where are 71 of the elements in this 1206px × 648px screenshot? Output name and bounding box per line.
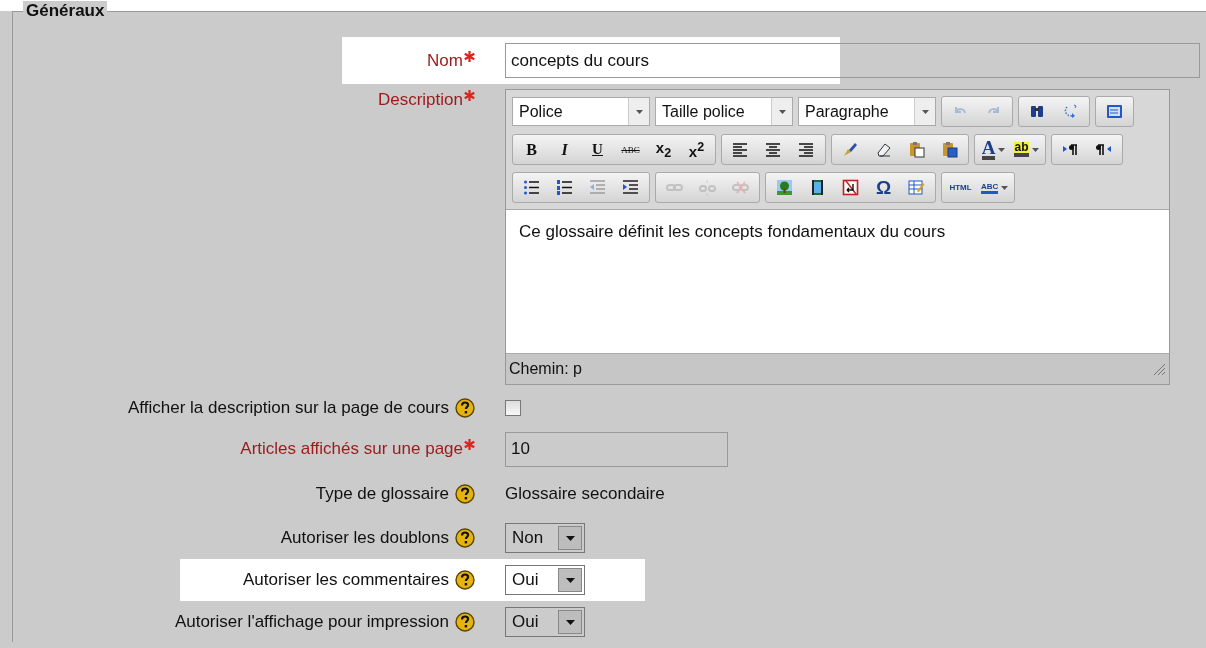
caret-icon xyxy=(1001,185,1009,190)
rtl-icon xyxy=(1095,141,1112,158)
symbol-button[interactable]: Ω xyxy=(867,173,900,202)
select-field[interactable]: Non xyxy=(505,523,585,553)
align-center-icon xyxy=(765,141,782,158)
caret-icon xyxy=(921,109,929,114)
required-icon xyxy=(464,50,475,62)
underline-button[interactable]: U xyxy=(581,135,614,164)
element-path: Chemin: p xyxy=(509,359,582,378)
film-icon xyxy=(809,179,826,196)
arrow-box-icon xyxy=(842,179,859,196)
toolbar-select[interactable]: Paragraphe xyxy=(798,97,936,126)
help-icon[interactable] xyxy=(455,570,475,590)
field-label: Autoriser l'affichage pour impression xyxy=(174,612,449,632)
help-icon[interactable] xyxy=(455,484,475,504)
caret-icon xyxy=(635,109,643,114)
field-label: Autoriser les commentaires xyxy=(243,570,449,590)
field-label: Autoriser les doublons xyxy=(280,528,449,548)
strikethrough-button[interactable]: ABC xyxy=(614,135,647,164)
editor-text: Ce glossaire définit les concepts fondamentaux du cours xyxy=(519,221,946,241)
binoculars-icon xyxy=(1029,103,1046,120)
toolbar-select[interactable]: Police xyxy=(512,97,650,126)
bullet-list-icon xyxy=(523,179,540,196)
text-color-button[interactable]: A xyxy=(977,135,1010,164)
indent-icon xyxy=(622,179,639,196)
select-field[interactable]: Oui xyxy=(505,565,585,595)
italic-button[interactable]: I xyxy=(548,135,581,164)
required-icon xyxy=(464,439,475,450)
checkbox[interactable] xyxy=(505,400,521,416)
field-value: Glossaire secondaire xyxy=(505,484,665,504)
caret-icon xyxy=(998,147,1006,152)
dropdown-arrow-icon xyxy=(565,577,575,583)
align-left-icon xyxy=(732,141,749,158)
broken-link-icon xyxy=(699,179,716,196)
resize-grip-icon[interactable] xyxy=(1152,361,1166,376)
help-icon[interactable] xyxy=(455,528,475,548)
table-edit-icon xyxy=(908,179,925,196)
highlight-button[interactable]: ab xyxy=(1010,135,1043,164)
replace-icon xyxy=(1062,103,1079,120)
field-label: Description xyxy=(377,90,463,110)
tree-icon xyxy=(776,179,793,196)
ltr-icon xyxy=(1062,141,1079,158)
clipboard-icon xyxy=(908,141,925,158)
align-right-icon xyxy=(798,141,815,158)
crossed-link-icon xyxy=(732,179,749,196)
brush-icon xyxy=(842,141,859,158)
select-field[interactable]: Oui xyxy=(505,607,585,637)
caret-icon xyxy=(1031,147,1039,152)
bold-button[interactable]: B xyxy=(515,135,548,164)
eraser-icon xyxy=(875,141,892,158)
html-button[interactable]: HTML xyxy=(944,173,977,202)
text-field[interactable]: concepts du cours xyxy=(505,43,1200,78)
toolbar-select[interactable]: Taille police xyxy=(655,97,793,126)
superscript-button[interactable]: x$^{2}$ xyxy=(680,135,713,164)
spellcheck-button[interactable]: ABC xyxy=(977,173,1013,202)
caret-icon xyxy=(778,109,786,114)
field-label: Type de glossaire xyxy=(315,484,449,504)
field-label: Afficher la description sur la page de cours xyxy=(128,398,449,418)
dropdown-arrow-icon xyxy=(565,619,575,625)
outdent-icon xyxy=(589,179,606,196)
required-icon xyxy=(464,90,475,101)
help-icon[interactable] xyxy=(455,398,475,418)
clipboard-icon xyxy=(941,141,958,158)
window-icon xyxy=(1106,103,1123,120)
numbered-list-icon xyxy=(556,179,573,196)
field-label: Nom xyxy=(427,50,463,71)
subscript-button[interactable]: x$_{2}$ xyxy=(647,135,680,164)
dropdown-arrow-icon xyxy=(565,535,575,541)
field-label: Articles affichés sur une page xyxy=(240,439,463,459)
help-icon[interactable] xyxy=(455,612,475,632)
number-field[interactable]: 10 xyxy=(505,431,728,467)
